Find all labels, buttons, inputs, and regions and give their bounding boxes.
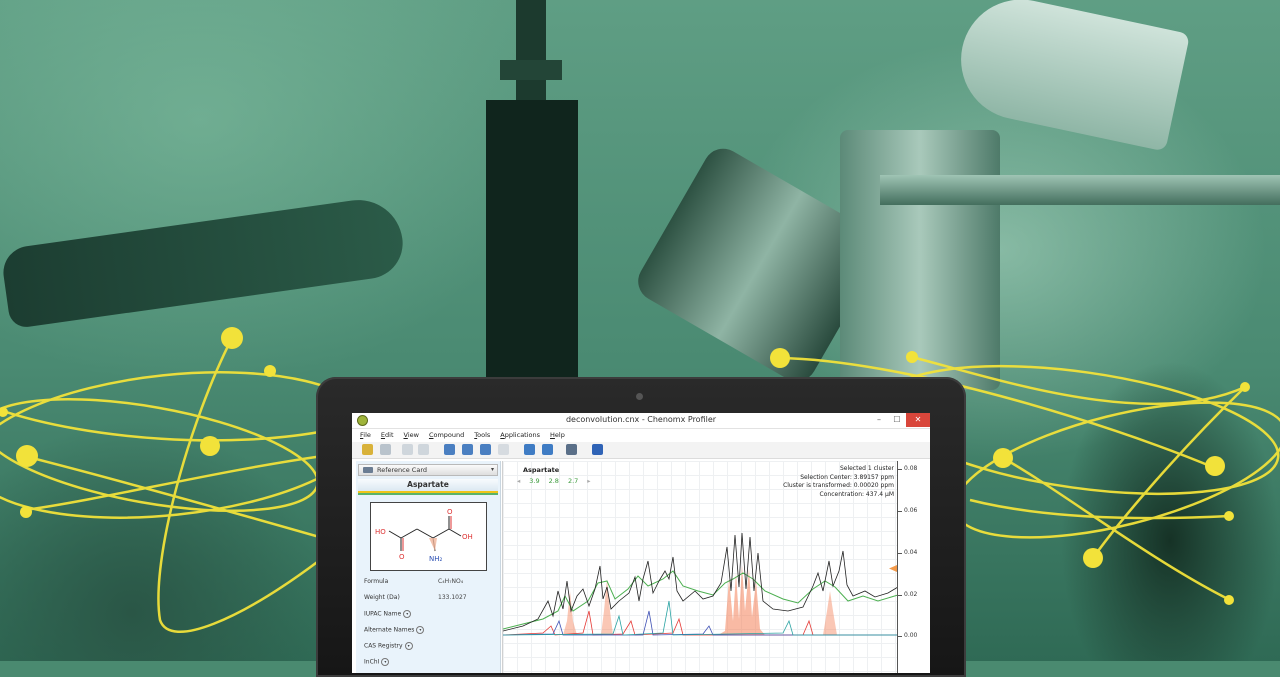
redo-icon[interactable] [418,444,429,455]
inchi-label: InChI [364,658,380,666]
y-tick: 0.04 [897,549,918,556]
reference-card-label: Reference Card [377,466,428,474]
book-icon [363,467,373,473]
cluster-shift-3[interactable]: 2.7 [568,477,578,485]
iupac-name-label: IUPAC Name [364,610,402,618]
iupac-name-row[interactable]: IUPAC Name ▾ [364,610,412,618]
expand-icon[interactable]: ▾ [416,626,425,634]
laptop-camera [636,393,643,400]
concentration: Concentration: 437.4 μM [819,490,894,498]
label-nh2: NH₂ [429,555,443,563]
selected-cluster-fill [823,591,837,635]
compound-title: Aspartate [358,479,498,495]
label-oh: OH [462,533,473,541]
inchi-row[interactable]: InChI ▾ [364,658,390,666]
cas-registry-row[interactable]: CAS Registry ▾ [364,642,413,650]
y-tick: 0.00 [897,632,918,639]
cluster-transform: Cluster is transformed: 0.00020 ppm [783,482,894,489]
concentration-axis[interactable]: 0.08 0.06 0.04 0.02 0.00 [889,461,930,673]
y-tick: 0.08 [897,465,918,472]
zoom-reset-icon[interactable] [498,444,509,455]
cluster-shift-2[interactable]: 2.8 [549,477,559,485]
y-tick: 0.06 [897,507,918,514]
y-tick: 0.02 [897,591,918,598]
spectrum-compound-name: Aspartate [523,466,560,474]
zoom-fit-icon[interactable] [480,444,491,455]
selection-center: Selection Center: 3.89157 ppm [800,473,894,481]
cluster-shift-list: ◂ 3.9 2.8 2.7 ▸ [517,477,591,485]
compound-trace-blue [503,610,898,636]
sum-trace [503,532,898,632]
menu-compound[interactable]: Compound [429,429,464,442]
alternate-names-row[interactable]: Alternate Names ▾ [364,626,425,634]
toolbar [352,442,930,459]
reference-card-panel: Reference Card ▾ Aspartate HO OH O O NH₂… [356,461,501,673]
window-controls: – ☐ ✕ [870,413,930,427]
menu-file[interactable]: File [360,429,371,442]
columns-icon[interactable] [566,444,577,455]
weight-value: 133.1027 [438,594,467,601]
selection-count: Selected 1 cluster [839,465,894,472]
open-icon[interactable] [362,444,373,455]
profile-run-icon[interactable] [592,444,603,455]
chevron-down-icon: ▾ [490,466,494,473]
expand-icon[interactable]: ▾ [381,658,390,666]
expand-icon[interactable]: ▾ [404,642,413,650]
expand-icon[interactable]: ▾ [403,610,412,618]
menu-edit[interactable]: Edit [381,429,394,442]
title-bar: deconvolution.cnx - Chenomx Profiler – ☐… [352,413,930,429]
zoom-in-icon[interactable] [444,444,455,455]
reference-card-dropdown[interactable]: Reference Card ▾ [358,464,498,476]
menu-view[interactable]: View [404,429,419,442]
next-cluster-icon[interactable]: ▸ [587,477,590,485]
label-o-top: O [447,508,453,516]
window-title: deconvolution.cnx - Chenomx Profiler [565,415,717,424]
cluster-shift-1[interactable]: 3.9 [529,477,539,485]
maximize-button[interactable]: ☐ [888,413,906,427]
cas-registry-label: CAS Registry [364,642,403,650]
menu-applications[interactable]: Applications [500,429,540,442]
app-window: deconvolution.cnx - Chenomx Profiler – ☐… [352,413,930,673]
cluster-remove-icon[interactable] [524,444,535,455]
selection-info: Selected 1 cluster Selection Center: 3.8… [783,465,894,499]
save-icon[interactable] [380,444,391,455]
close-button[interactable]: ✕ [906,413,930,427]
panel-layout-icon[interactable] [542,444,553,455]
formula-label: Formula [364,578,389,585]
selected-cluster-fill [718,565,765,635]
undo-icon[interactable] [402,444,413,455]
menu-tools[interactable]: Tools [474,429,490,442]
molecule-structure: HO OH O O NH₂ [370,502,487,571]
label-ho: HO [375,528,386,536]
selected-cluster-fill [563,591,577,635]
formula-value: C₄H₇NO₄ [438,578,464,585]
menu-help[interactable]: Help [550,429,565,442]
label-o-bottom: O [399,553,405,561]
fit-trace [503,570,898,630]
spectrum-plot[interactable]: Aspartate ◂ 3.9 2.8 2.7 ▸ Selected 1 clu… [502,461,898,673]
laptop-frame: deconvolution.cnx - Chenomx Profiler – ☐… [316,377,966,677]
weight-label: Weight (Da) [364,594,400,601]
alternate-names-label: Alternate Names [364,626,415,634]
menu-bar: File Edit View Compound Tools Applicatio… [352,429,930,442]
prev-cluster-icon[interactable]: ◂ [517,477,520,485]
minimize-button[interactable]: – [870,413,888,427]
zoom-out-icon[interactable] [462,444,473,455]
